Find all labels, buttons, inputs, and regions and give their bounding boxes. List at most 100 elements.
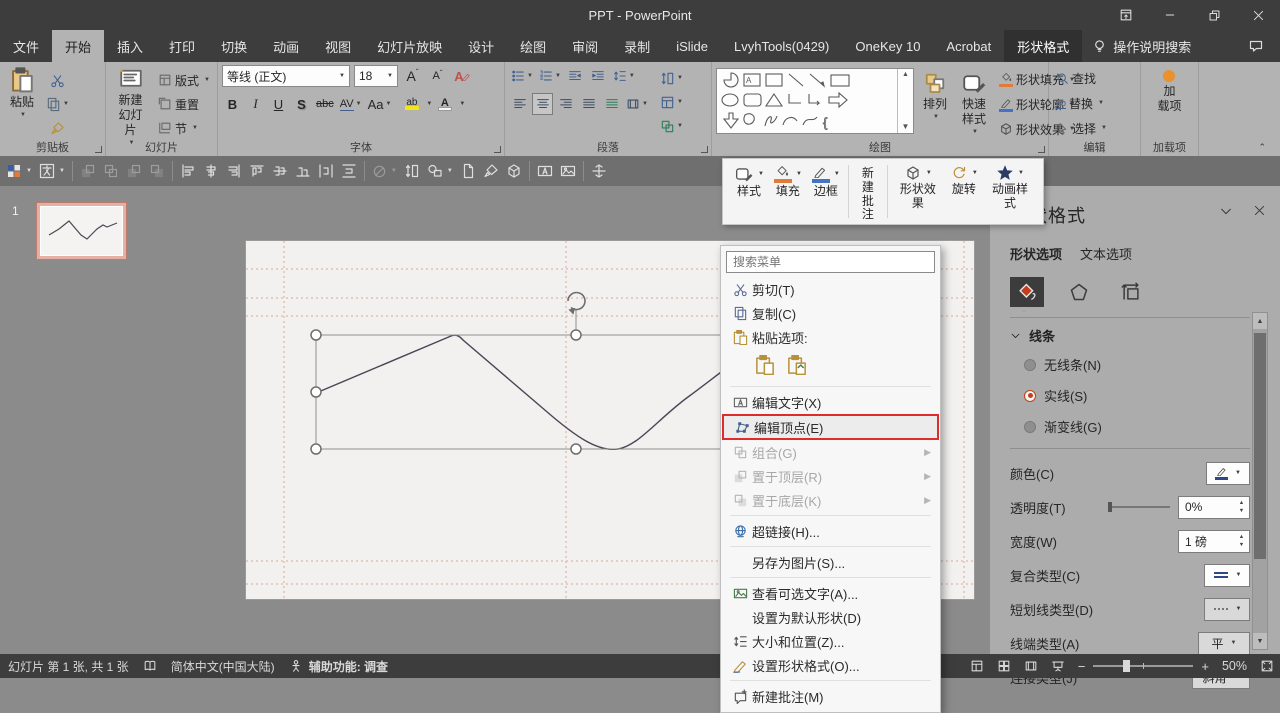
tab-design[interactable]: 设计	[455, 30, 507, 62]
mini-animation-style-button[interactable]: ▼ 动画样式	[983, 163, 1037, 220]
spellcheck-button[interactable]	[143, 659, 157, 673]
pane-chevron-down-icon[interactable]	[1219, 204, 1233, 218]
scrollbar-thumb[interactable]	[1254, 333, 1266, 559]
comments-button[interactable]	[1232, 30, 1280, 62]
zoom-percent[interactable]: 50%	[1222, 659, 1247, 673]
quickbar-merge-shapes[interactable]: ▼	[427, 163, 453, 179]
font-name-combo[interactable]: 等线 (正文)▼	[222, 65, 350, 87]
zoom-slider-thumb[interactable]	[1123, 660, 1130, 672]
quickbar-3d-model[interactable]	[506, 163, 522, 179]
font-color-button[interactable]: A	[434, 93, 455, 115]
line-spacing-button[interactable]: ▼	[611, 65, 637, 87]
fit-to-window-button[interactable]	[1260, 659, 1274, 673]
mini-fill-button[interactable]: ▼ 填充	[769, 163, 807, 220]
minimize-button[interactable]	[1148, 0, 1192, 30]
menu-item-save-as-picture[interactable]: 另存为图片(S)...	[722, 550, 939, 574]
section-button[interactable]: 节▼	[155, 117, 213, 139]
change-case-button[interactable]: Aa▼	[366, 93, 394, 115]
drawing-dialog-launcher[interactable]	[1038, 146, 1045, 153]
align-right-button[interactable]	[555, 93, 576, 115]
paste-as-picture-button[interactable]	[784, 352, 810, 378]
tab-islide[interactable]: iSlide	[663, 30, 721, 62]
find-button[interactable]: 查找	[1053, 67, 1136, 89]
quickbar-distribute-v[interactable]	[341, 163, 357, 179]
menu-item-format-shape[interactable]: 设置形状格式(O)...	[722, 653, 939, 677]
scroll-up-icon[interactable]: ▲	[1253, 313, 1267, 329]
bullets-button[interactable]: ▼	[509, 65, 535, 87]
shrink-font-button[interactable]: Aˇ	[427, 65, 448, 87]
tab-transitions[interactable]: 切换	[208, 30, 260, 62]
size-properties-icon[interactable]	[1114, 277, 1148, 307]
quickbar-align-center-v[interactable]	[203, 163, 219, 179]
quickbar-align-bottom[interactable]	[295, 163, 311, 179]
tab-print[interactable]: 打印	[156, 30, 208, 62]
tab-home[interactable]: 开始	[52, 30, 104, 62]
width-spinner[interactable]: 1 磅▲▼	[1178, 530, 1250, 553]
text-shadow-button[interactable]: S	[291, 93, 312, 115]
paste-keep-formatting-button[interactable]	[752, 352, 778, 378]
quickbar-align-middle[interactable]	[272, 163, 288, 179]
align-left-button[interactable]	[509, 93, 530, 115]
highlight-color-button[interactable]: ab	[401, 93, 422, 115]
columns-button[interactable]: ▼	[624, 93, 650, 115]
tab-lvyhtools[interactable]: LvyhTools(0429)	[721, 30, 842, 62]
justify-button[interactable]	[578, 93, 599, 115]
slide-counter[interactable]: 幻灯片 第 1 张, 共 1 张	[8, 658, 129, 675]
italic-button[interactable]: I	[245, 93, 266, 115]
quickbar-distribute-h[interactable]	[318, 163, 334, 179]
paragraph-dialog-launcher[interactable]	[701, 146, 708, 153]
clipboard-dialog-launcher[interactable]	[95, 146, 102, 153]
layout-button[interactable]: 版式▼	[155, 69, 213, 91]
align-center-button[interactable]	[532, 93, 553, 115]
pane-tab-text-options[interactable]: 文本选项	[1080, 244, 1132, 263]
paste-button[interactable]: 粘贴 ▼	[4, 65, 40, 140]
cap-type-dropdown[interactable]: 平▼	[1198, 632, 1250, 655]
radio-gradient-line[interactable]: 渐变线(G)	[1024, 417, 1250, 436]
quickbar-animation-painter[interactable]	[483, 163, 499, 179]
menu-item-size-position[interactable]: 大小和位置(Z)...	[722, 629, 939, 653]
mini-shape-effects-button[interactable]: ▼ 形状效果	[891, 163, 945, 220]
mini-new-comment-button[interactable]: 新建 批注	[852, 163, 884, 220]
addins-button[interactable]: 加 载项	[1152, 65, 1186, 140]
quickbar-split-view[interactable]	[591, 163, 607, 179]
radio-no-line[interactable]: 无线条(N)	[1024, 355, 1250, 374]
slide-thumbnail[interactable]	[36, 202, 127, 260]
replace-button[interactable]: ab替换▼	[1053, 92, 1136, 114]
mini-rotate-button[interactable]: ▼ 旋转	[945, 163, 983, 220]
menu-item-copy[interactable]: 复制(C)	[722, 301, 939, 325]
tab-shape-format[interactable]: 形状格式	[1004, 30, 1082, 62]
tab-review[interactable]: 审阅	[559, 30, 611, 62]
ribbon-display-options-button[interactable]	[1104, 0, 1148, 30]
strikethrough-button[interactable]: abc	[314, 93, 336, 115]
arrange-button[interactable]: 排列▼	[918, 65, 952, 140]
menu-item-new-comment[interactable]: 新建批注(M)	[722, 684, 939, 708]
fill-line-icon[interactable]	[1010, 277, 1044, 307]
clear-formatting-button[interactable]: A	[452, 65, 473, 87]
zoom-in-button[interactable]: +	[1201, 659, 1209, 674]
tell-me-search[interactable]: 操作说明搜索	[1082, 30, 1201, 62]
grow-font-button[interactable]: Aˆ	[402, 65, 423, 87]
transparency-spinner[interactable]: 0%▲▼	[1178, 496, 1250, 519]
slide-sorter-button[interactable]	[997, 659, 1011, 673]
quickbar-alt-text[interactable]	[537, 163, 553, 179]
shape-gallery[interactable]: A { ▲▼	[716, 68, 914, 134]
format-painter-button[interactable]	[44, 117, 71, 139]
menu-item-edit-points[interactable]: 编辑顶点(E)	[722, 414, 939, 440]
quickbar-align-right[interactable]	[226, 163, 242, 179]
tab-insert[interactable]: 插入	[104, 30, 156, 62]
quick-styles-button[interactable]: 快速样式▼	[956, 65, 992, 140]
new-slide-button[interactable]: 新建 幻灯片 ▼	[110, 65, 151, 140]
menu-item-edit-text[interactable]: 编辑文字(X)	[722, 390, 939, 414]
quickbar-text-box[interactable]	[560, 163, 576, 179]
restore-button[interactable]	[1192, 0, 1236, 30]
zoom-slider[interactable]	[1093, 665, 1193, 667]
zoom-out-button[interactable]: −	[1078, 659, 1086, 674]
language-button[interactable]: 简体中文(中国大陆)	[171, 658, 275, 675]
mini-border-button[interactable]: ▼ 边框	[807, 163, 845, 220]
quickbar-equal-height[interactable]	[404, 163, 420, 179]
menu-item-cut[interactable]: 剪切(T)	[722, 277, 939, 301]
menu-item-hyperlink[interactable]: 超链接(H)...	[722, 519, 939, 543]
text-direction-button[interactable]: ▼	[658, 67, 685, 89]
line-section-header[interactable]: 线条	[1010, 326, 1250, 345]
tab-record[interactable]: 录制	[611, 30, 663, 62]
